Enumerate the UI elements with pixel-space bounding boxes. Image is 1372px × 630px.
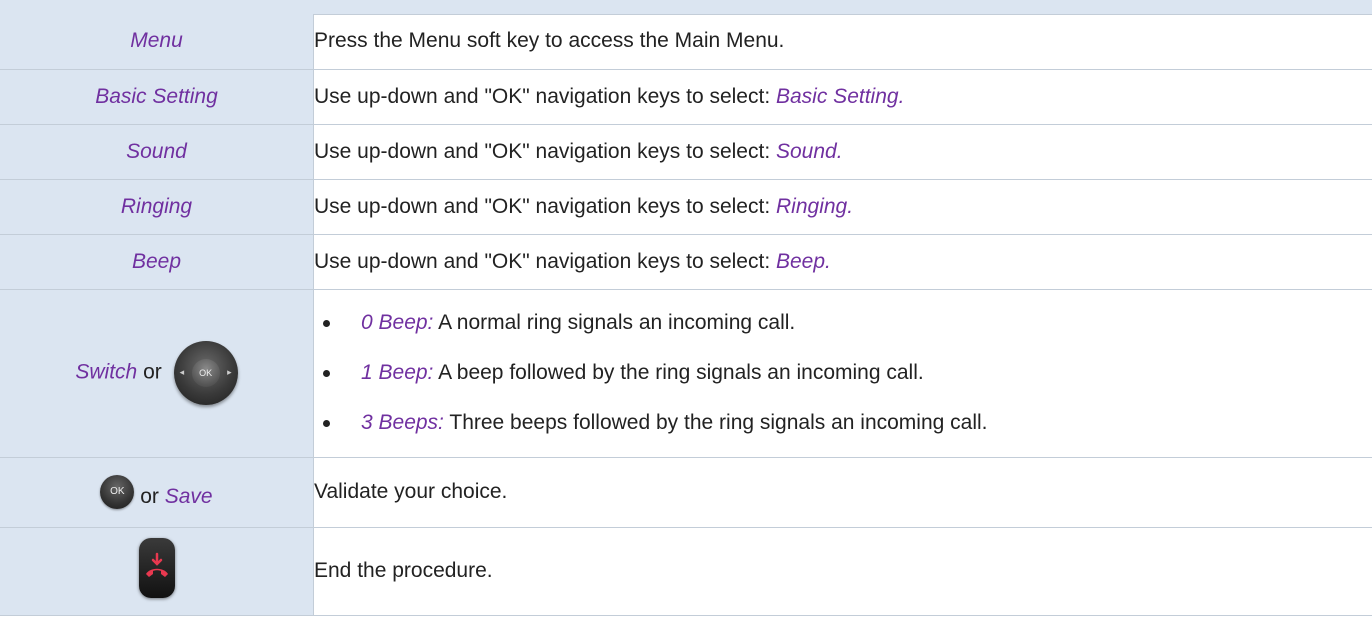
highlight-text: Ringing. (776, 194, 854, 218)
ok-center-icon: OK (191, 359, 220, 387)
table-row-switch: Switch or ◂ OK ▸ 0 Beep: A normal ring s… (0, 289, 1372, 458)
description-text: Validate your choice. (314, 480, 508, 503)
bullet-icon (323, 420, 330, 427)
or-text: or (140, 485, 159, 508)
table-row: Ringing Use up-down and "OK" navigation … (0, 179, 1372, 235)
save-label: Save (164, 485, 213, 508)
list-item: 3 Beeps: Three beeps followed by the rin… (314, 398, 1372, 448)
or-text: or (143, 360, 162, 384)
key-cell: Sound (0, 124, 314, 180)
description-text: End the procedure. (314, 559, 493, 582)
key-cell: Menu (0, 14, 314, 70)
hang-up-icon (138, 538, 175, 598)
description-text: Use up-down and "OK" navigation keys to … (314, 139, 776, 163)
key-cell: OK or Save (0, 457, 314, 528)
description-text: Use up-down and "OK" navigation keys to … (314, 84, 776, 108)
list-item: 1 Beep: A beep followed by the ring sign… (314, 348, 1372, 398)
description-cell: Use up-down and "OK" navigation keys to … (313, 234, 1372, 290)
key-label: Ringing (120, 194, 193, 218)
description-text: Press the Menu soft key to access the Ma… (314, 29, 785, 53)
key-label: Basic Setting (95, 84, 218, 108)
procedure-table: Menu Press the Menu soft key to access t… (0, 14, 1372, 616)
table-row: Beep Use up-down and "OK" navigation key… (0, 234, 1372, 290)
description-cell: End the procedure. (313, 527, 1372, 616)
highlight-text: Basic Setting. (776, 84, 905, 108)
key-cell: Beep (0, 234, 314, 290)
description-cell: Use up-down and "OK" navigation keys to … (313, 124, 1372, 180)
bullet-icon (323, 320, 330, 327)
key-cell: Ringing (0, 179, 314, 235)
key-label: Menu (130, 29, 183, 53)
ok-button-icon: OK (100, 475, 135, 509)
key-cell: Basic Setting (0, 69, 314, 125)
table-row: Menu Press the Menu soft key to access t… (0, 14, 1372, 70)
key-label: Sound (126, 139, 187, 163)
navigation-pad-icon: ◂ OK ▸ (173, 341, 238, 405)
highlight-text: Beep. (776, 249, 831, 273)
table-top-strip (0, 0, 1372, 15)
table-row-end: End the procedure. (0, 527, 1372, 616)
description-cell: Validate your choice. (313, 457, 1372, 528)
table-row-save: OK or Save Validate your choice. (0, 457, 1372, 528)
option-text: A beep followed by the ring signals an i… (433, 361, 924, 384)
table-row: Basic Setting Use up-down and "OK" navig… (0, 69, 1372, 125)
description-text: Use up-down and "OK" navigation keys to … (314, 249, 776, 273)
description-text: Use up-down and "OK" navigation keys to … (314, 194, 776, 218)
switch-label: Switch (75, 360, 138, 384)
beep-options-list: 0 Beep: A normal ring signals an incomin… (314, 298, 1372, 448)
highlight-text: Sound. (776, 139, 843, 163)
description-cell: 0 Beep: A normal ring signals an incomin… (313, 289, 1372, 458)
key-cell (0, 527, 314, 616)
right-arrow-icon: ▸ (227, 367, 232, 377)
table-row: Sound Use up-down and "OK" navigation ke… (0, 124, 1372, 180)
description-cell: Use up-down and "OK" navigation keys to … (313, 69, 1372, 125)
option-text: A normal ring signals an incoming call. (433, 311, 796, 334)
key-cell: Switch or ◂ OK ▸ (0, 289, 314, 458)
description-cell: Use up-down and "OK" navigation keys to … (313, 179, 1372, 235)
option-label: 1 Beep: (361, 361, 434, 384)
key-label: Beep (131, 249, 182, 273)
option-label: 3 Beeps: (361, 411, 444, 434)
option-label: 0 Beep: (361, 311, 434, 334)
left-arrow-icon: ◂ (179, 367, 185, 377)
option-text: Three beeps followed by the ring signals… (443, 411, 988, 434)
bullet-icon (323, 370, 330, 377)
list-item: 0 Beep: A normal ring signals an incomin… (314, 298, 1372, 348)
description-cell: Press the Menu soft key to access the Ma… (313, 14, 1372, 70)
